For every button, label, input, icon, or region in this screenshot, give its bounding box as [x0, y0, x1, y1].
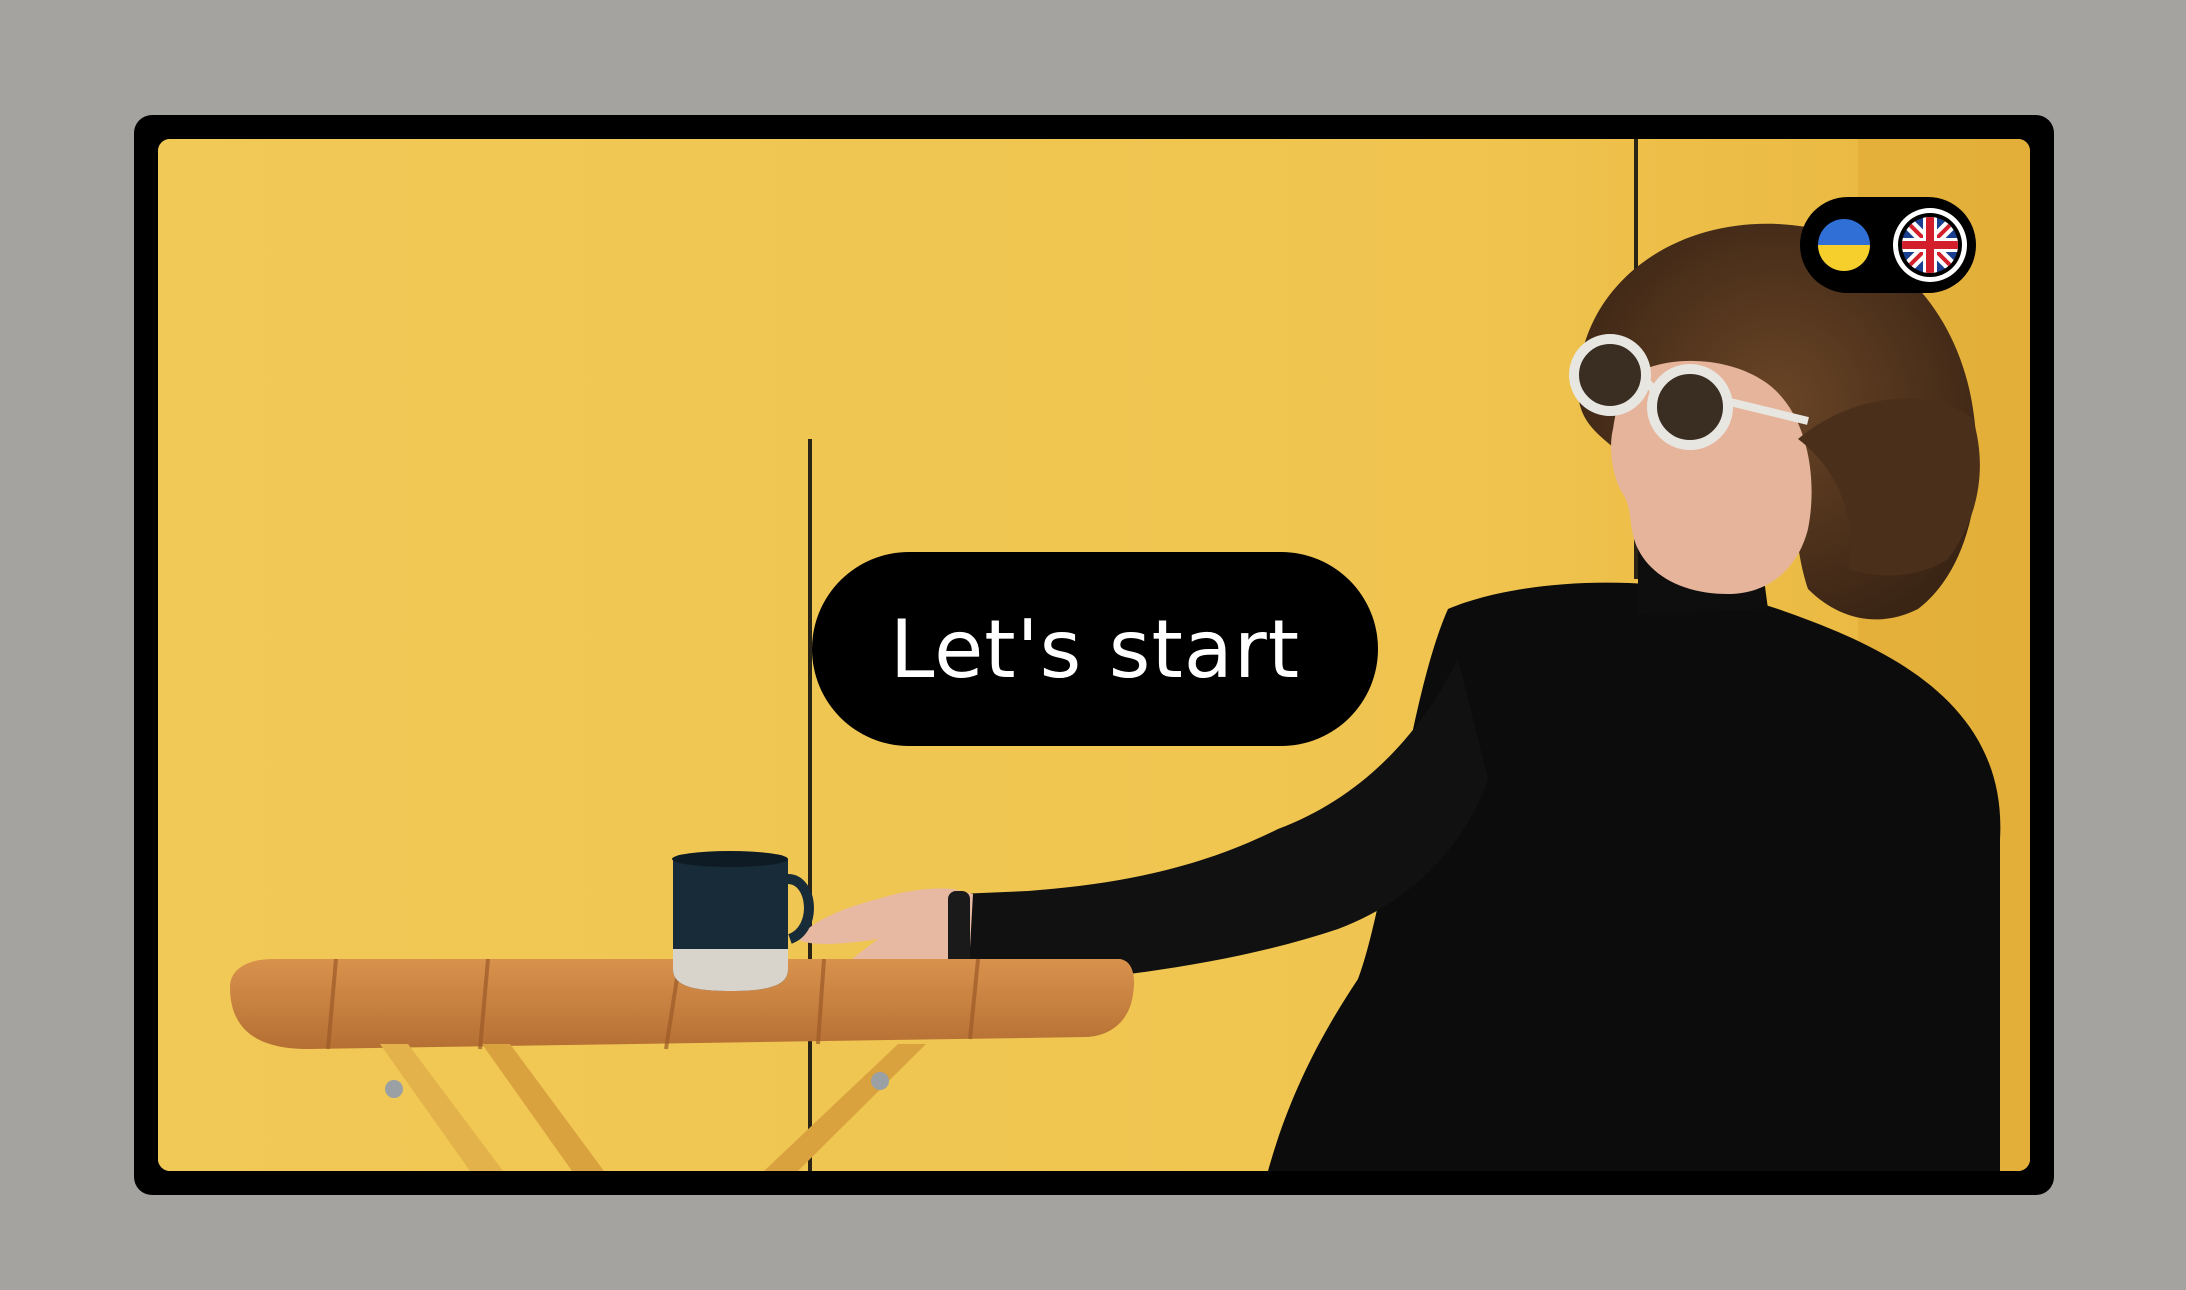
language-switch [1800, 197, 1976, 293]
lets-start-button[interactable]: Let's start [812, 552, 1378, 746]
uk-flag-icon [1893, 208, 1967, 282]
table-bolt [385, 1080, 403, 1098]
language-option-ukrainian[interactable] [1800, 197, 1888, 293]
sunglasses-lens [1569, 334, 1651, 416]
sunglasses-lens [1647, 364, 1733, 450]
cup-base [673, 949, 788, 991]
cup-rim [672, 851, 788, 867]
device-frame: Let's start [134, 115, 2054, 1195]
screen: Let's start [158, 139, 2030, 1171]
table-bolt [871, 1072, 889, 1090]
language-option-english[interactable] [1886, 197, 1974, 293]
ukraine-flag-icon [1818, 219, 1870, 271]
wall-seam [808, 439, 812, 1171]
